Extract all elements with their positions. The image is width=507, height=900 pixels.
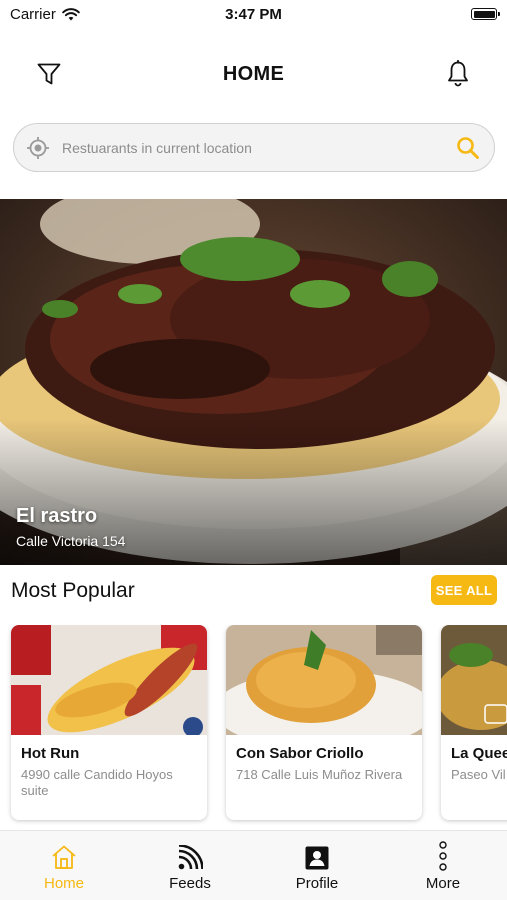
tab-home[interactable]: Home <box>19 841 109 892</box>
home-icon <box>52 845 76 869</box>
tab-label: More <box>425 875 461 892</box>
current-location-button[interactable] <box>14 136 62 160</box>
rss-feed-icon <box>178 845 203 870</box>
restaurant-address: Paseo Vil Hibiscus <box>451 767 507 782</box>
featured-restaurant-address: Calle Victoria 154 <box>16 533 126 549</box>
featured-restaurant-name: El rastro <box>16 505 98 527</box>
tab-label: Home <box>43 875 84 892</box>
vertical-dots-icon <box>439 841 447 871</box>
restaurant-photo <box>441 625 507 735</box>
app-header: HOME <box>0 45 507 101</box>
bell-icon <box>448 60 468 87</box>
status-time: 3:47 PM <box>225 6 282 23</box>
battery-icon <box>471 8 500 20</box>
search-bar <box>13 123 495 172</box>
popular-restaurants-carousel[interactable]: Hot Run 4990 calle Candido Hoyos suite C… <box>0 625 507 825</box>
restaurant-photo <box>226 625 422 735</box>
bottom-tab-bar: Home Feeds Profile More <box>0 830 507 900</box>
restaurant-card[interactable]: La Quee Paseo Vil Hibiscus <box>441 625 507 820</box>
restaurant-card[interactable]: Con Sabor Criollo 718 Calle Luis Muñoz R… <box>226 625 422 820</box>
tab-label: Feeds <box>169 875 211 892</box>
most-popular-heading: Most Popular <box>11 579 135 602</box>
location-target-icon <box>27 136 49 159</box>
profile-card-icon <box>305 846 329 870</box>
page-title: HOME <box>222 63 285 85</box>
tab-feeds[interactable]: Feeds <box>145 841 235 892</box>
restaurant-address: 718 Calle Luis Muñoz Rivera <box>236 767 403 782</box>
tab-label: Profile <box>295 875 339 892</box>
restaurant-name: Con Sabor Criollo <box>236 745 364 762</box>
restaurant-photo <box>11 625 207 735</box>
notifications-button[interactable] <box>441 57 475 91</box>
restaurant-card[interactable]: Hot Run 4990 calle Candido Hoyos suite <box>11 625 207 820</box>
search-icon <box>457 136 479 159</box>
see-all-button[interactable]: SEE ALL <box>431 575 497 605</box>
search-input[interactable] <box>62 139 442 156</box>
tab-profile[interactable]: Profile <box>272 841 362 892</box>
restaurant-name: La Quee <box>451 745 507 762</box>
restaurant-address: 4990 calle Candido Hoyos suite <box>21 767 173 798</box>
restaurant-name: Hot Run <box>21 745 80 762</box>
tab-more[interactable]: More <box>398 841 488 892</box>
search-button[interactable] <box>442 135 494 161</box>
featured-restaurant-banner[interactable]: El rastro Calle Victoria 154 <box>0 199 507 565</box>
status-bar: Carrier 3:47 PM <box>0 0 507 30</box>
